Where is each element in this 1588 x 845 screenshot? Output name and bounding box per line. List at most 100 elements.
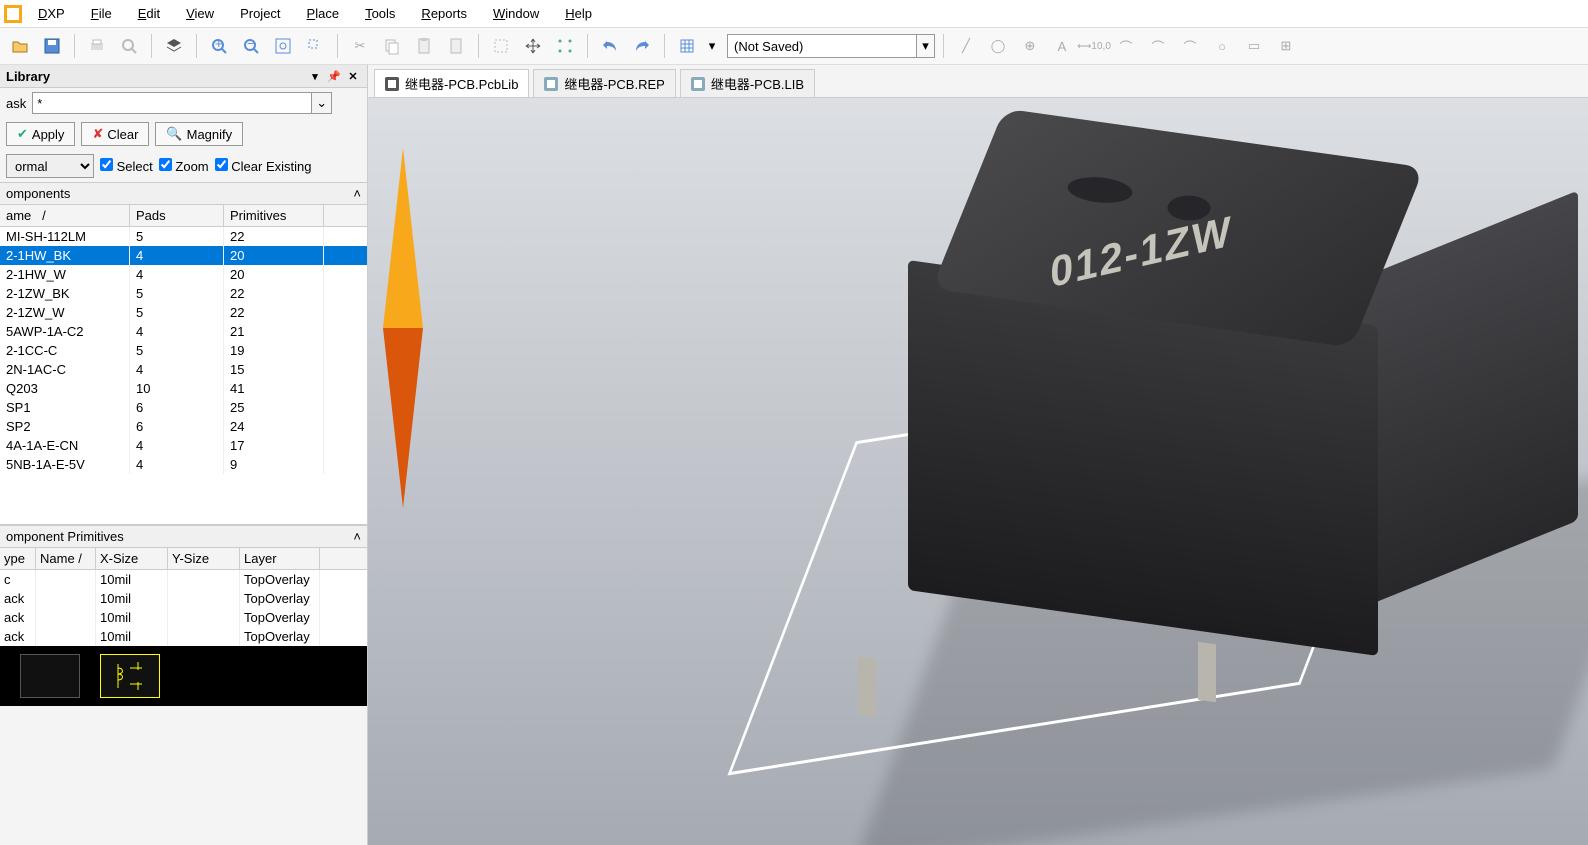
- table-row[interactable]: 2-1CC-C519: [0, 341, 367, 360]
- col-primitives[interactable]: Primitives: [224, 205, 324, 226]
- clear-existing-checkbox-label[interactable]: Clear Existing: [215, 158, 312, 174]
- document-tab[interactable]: 继电器-PCB.REP: [533, 69, 675, 97]
- table-row[interactable]: ack10milTopOverlay: [0, 589, 367, 608]
- zoom-checkbox[interactable]: [159, 158, 172, 171]
- clear-existing-checkbox[interactable]: [215, 158, 228, 171]
- table-row[interactable]: ack10milTopOverlay: [0, 627, 367, 646]
- undo-button[interactable]: [596, 32, 624, 60]
- grid-button[interactable]: [673, 32, 701, 60]
- move-button[interactable]: [519, 32, 547, 60]
- table-row[interactable]: Q2031041: [0, 379, 367, 398]
- paste-button[interactable]: [410, 32, 438, 60]
- relay-pin: [1198, 642, 1216, 703]
- table-row[interactable]: 2N-1AC-C415: [0, 360, 367, 379]
- table-row[interactable]: ack10milTopOverlay: [0, 608, 367, 627]
- table-row[interactable]: SP2624: [0, 417, 367, 436]
- menu-reports[interactable]: Reports: [411, 3, 477, 24]
- grid-drop-button[interactable]: ▾: [705, 32, 719, 60]
- table-row[interactable]: 2-1ZW_W522: [0, 303, 367, 322]
- menu-place[interactable]: Place: [297, 3, 350, 24]
- primitives-grid[interactable]: ype Name / X-Size Y-Size Layer c10milTop…: [0, 548, 367, 646]
- 3d-view[interactable]: 012-1ZW: [368, 98, 1588, 845]
- document-tab[interactable]: 继电器-PCB.LIB: [680, 69, 815, 97]
- arc1-button[interactable]: ⌒: [1112, 32, 1140, 60]
- select-checkbox[interactable]: [100, 158, 113, 171]
- collapse-icon[interactable]: ˄: [353, 186, 361, 201]
- zoom-in-button[interactable]: +: [205, 32, 233, 60]
- table-row[interactable]: 2-1HW_W420: [0, 265, 367, 284]
- components-grid[interactable]: ame / Pads Primitives MI-SH-112LM5222-1H…: [0, 205, 367, 525]
- menu-help[interactable]: Help: [555, 3, 602, 24]
- paste-special-button[interactable]: [442, 32, 470, 60]
- axis-marker: [383, 148, 423, 508]
- panel-title-bar: Library ▾ 📌 ✕: [0, 65, 367, 88]
- array-button[interactable]: ⊞: [1272, 32, 1300, 60]
- zoom-sel-button[interactable]: [301, 32, 329, 60]
- zoom-out-button[interactable]: −: [237, 32, 265, 60]
- col-pname[interactable]: Name /: [36, 548, 96, 569]
- dropdown-arrow-icon[interactable]: ⌄: [312, 92, 332, 114]
- cut-button[interactable]: ✂: [346, 32, 374, 60]
- table-row[interactable]: 2-1ZW_BK522: [0, 284, 367, 303]
- arc3-button[interactable]: ⌒: [1176, 32, 1204, 60]
- menu-dxp[interactable]: DXP: [28, 3, 75, 24]
- save-button[interactable]: [38, 32, 66, 60]
- table-row[interactable]: 4A-1A-E-CN417: [0, 436, 367, 455]
- zoom-fit-button[interactable]: [269, 32, 297, 60]
- panel-pin-icon[interactable]: 📌: [326, 68, 342, 84]
- select-rect-button[interactable]: [487, 32, 515, 60]
- dropdown-arrow-icon[interactable]: ▾: [917, 34, 935, 58]
- document-tab[interactable]: 继电器-PCB.PcbLib: [374, 69, 529, 97]
- circle-button[interactable]: ◯: [984, 32, 1012, 60]
- saved-view-combo[interactable]: ▾: [727, 34, 935, 58]
- table-row[interactable]: c10milTopOverlay: [0, 570, 367, 589]
- dim-button[interactable]: ⟷10,0: [1080, 32, 1108, 60]
- copy-button[interactable]: [378, 32, 406, 60]
- relay-pin: [858, 657, 876, 718]
- main-toolbar: + − ✂ ▾ ▾ ╱ ◯ ⊕ A ⟷10,0 ⌒ ⌒ ⌒ ○ ▭ ⊞: [0, 28, 1588, 65]
- menu-file[interactable]: File: [81, 3, 122, 24]
- table-row[interactable]: SP1625: [0, 398, 367, 417]
- collapse-icon[interactable]: ˄: [353, 529, 361, 544]
- menu-window[interactable]: Window: [483, 3, 549, 24]
- select-checkbox-label[interactable]: Select: [100, 158, 153, 174]
- col-type[interactable]: ype: [0, 548, 36, 569]
- menu-view[interactable]: View: [176, 3, 224, 24]
- apply-button[interactable]: ✔Apply: [6, 122, 75, 146]
- magnify-button[interactable]: 🔍Magnify: [155, 122, 243, 146]
- snap-button[interactable]: [551, 32, 579, 60]
- zoom-checkbox-label[interactable]: Zoom: [159, 158, 209, 174]
- col-xsize[interactable]: X-Size: [96, 548, 168, 569]
- clear-button[interactable]: ✘Clear: [81, 122, 149, 146]
- menu-tools[interactable]: Tools: [355, 3, 405, 24]
- mask-label: ask: [6, 96, 26, 111]
- sch-thumb-2[interactable]: [100, 654, 160, 698]
- panel-close-icon[interactable]: ✕: [345, 68, 361, 84]
- panel-dropdown-icon[interactable]: ▾: [307, 68, 323, 84]
- full-arc-button[interactable]: ○: [1208, 32, 1236, 60]
- target-button[interactable]: ⊕: [1016, 32, 1044, 60]
- table-row[interactable]: MI-SH-112LM522: [0, 227, 367, 246]
- col-pads[interactable]: Pads: [130, 205, 224, 226]
- layers-button[interactable]: [160, 32, 188, 60]
- line-button[interactable]: ╱: [952, 32, 980, 60]
- rect-button[interactable]: ▭: [1240, 32, 1268, 60]
- menu-project[interactable]: Project: [230, 3, 290, 24]
- menu-edit[interactable]: Edit: [128, 3, 170, 24]
- sch-thumb-1[interactable]: [20, 654, 80, 698]
- saved-view-input[interactable]: [727, 34, 917, 58]
- normal-select[interactable]: ormal: [6, 154, 94, 178]
- preview-button[interactable]: [115, 32, 143, 60]
- open-button[interactable]: [6, 32, 34, 60]
- print-button[interactable]: [83, 32, 111, 60]
- col-layer[interactable]: Layer: [240, 548, 320, 569]
- table-row[interactable]: 5NB-1A-E-5V49: [0, 455, 367, 474]
- redo-button[interactable]: [628, 32, 656, 60]
- arc2-button[interactable]: ⌒: [1144, 32, 1172, 60]
- col-name[interactable]: ame /: [0, 205, 130, 226]
- table-row[interactable]: 2-1HW_BK420: [0, 246, 367, 265]
- col-ysize[interactable]: Y-Size: [168, 548, 240, 569]
- table-row[interactable]: 5AWP-1A-C2421: [0, 322, 367, 341]
- text-button[interactable]: A: [1048, 32, 1076, 60]
- mask-input[interactable]: [32, 92, 312, 114]
